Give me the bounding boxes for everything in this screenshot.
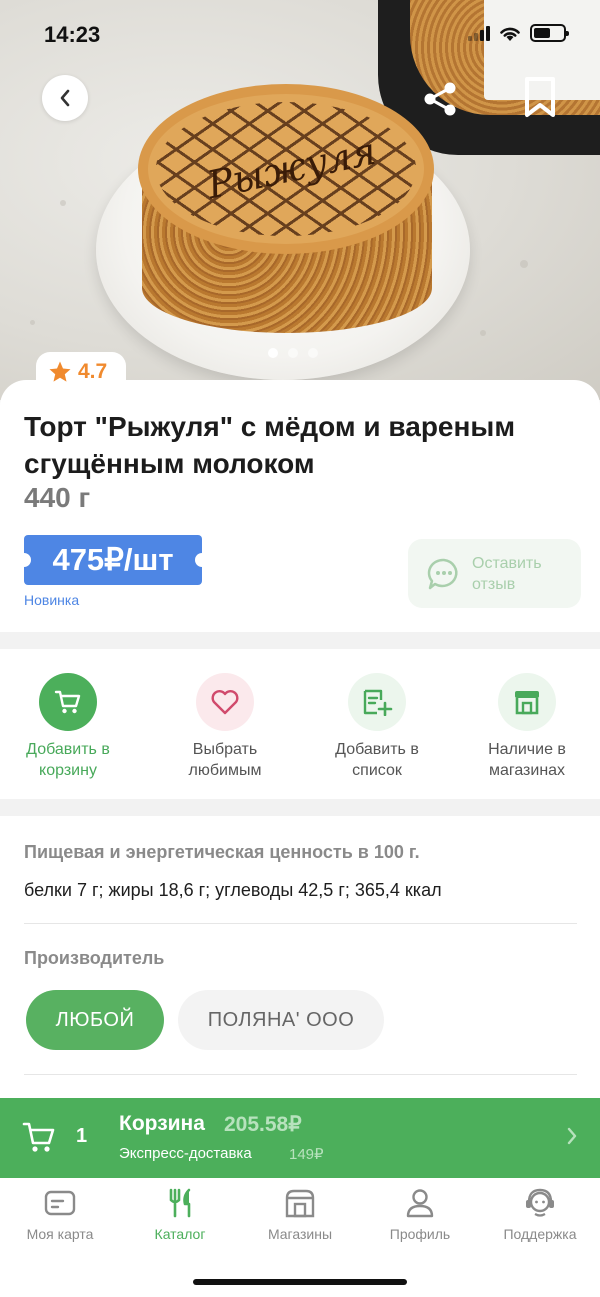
product-title: Торт "Рыжуля" с мёдом и вареным сгущённы… [24,411,516,479]
manufacturer-chip-polyana[interactable]: ПОЛЯНА' ООО [178,990,384,1050]
tab-catalog[interactable]: Каталог [120,1188,240,1242]
tab-support-label: Поддержка [503,1226,577,1242]
leave-review-button[interactable]: Оставить отзыв [408,539,581,608]
cart-count: 1 [76,1125,88,1147]
price-tag: 475₽/шт [17,535,209,585]
tab-profile-label: Профиль [389,1226,451,1242]
price-value: 475₽/шт [52,542,174,577]
favorite-button[interactable]: Выбрать любимым [150,673,300,781]
gallery-dot [288,348,298,358]
add-to-cart-button[interactable]: Добавить в корзину [0,673,143,781]
divider [24,1074,577,1075]
cart-title: Корзина [119,1112,205,1135]
chevron-right-icon [567,1127,577,1145]
signal-icon [468,25,490,41]
product-details: Пищевая и энергетическая ценность в 100 … [0,816,600,1116]
manufacturer-chip-any[interactable]: ЛЮБОЙ [26,990,164,1050]
tab-stores-label: Магазины [267,1226,333,1242]
card-icon [44,1190,76,1216]
cart-total: 205.58₽ [224,1113,302,1136]
action-row: Добавить в корзину Выбрать любимым Добав… [0,649,600,799]
delivery-price: 149₽ [289,1146,324,1163]
store-icon [285,1189,315,1218]
new-badge: Новинка [24,592,80,608]
bookmark-icon [525,77,555,117]
tab-catalog-label: Каталог [154,1226,206,1242]
nutrition-heading: Пищевая и энергетическая ценность в 100 … [24,842,420,862]
gallery-dot [308,348,318,358]
rating-badge[interactable]: 4.7 [36,352,126,392]
wifi-icon [500,27,520,41]
favorite-label: Выбрать любимым [188,741,262,779]
delivery-label: Экспресс-доставка [119,1145,252,1162]
store-availability-label: Наличие в магазинах [488,741,566,779]
support-icon [526,1188,554,1217]
back-button[interactable] [42,75,88,121]
cart-icon [39,673,97,731]
product-image[interactable]: Рыжуля [0,0,600,400]
leave-review-label: Оставить отзыв [472,554,542,593]
add-to-cart-label: Добавить в корзину [26,741,110,779]
status-icons [468,24,569,42]
chevron-left-icon [60,89,70,107]
profile-icon [406,1189,434,1218]
gallery-dots [268,348,318,358]
tab-my-card-label: Моя карта [26,1226,94,1242]
share-icon [424,82,456,116]
cart-bar[interactable]: 1 Корзина 205.58₽ Экспресс-доставка 149₽ [0,1098,600,1178]
add-to-list-label: Добавить в список [335,741,419,779]
cart-icon [22,1122,55,1152]
battery-icon [530,24,569,42]
tab-support[interactable]: Поддержка [480,1188,600,1242]
heart-icon [196,673,254,731]
tab-profile[interactable]: Профиль [360,1188,480,1242]
status-time: 14:23 [44,22,101,47]
product-weight: 440 г [24,482,91,513]
cake-top-image: Рыжуля [138,84,434,254]
chat-bubble-icon [427,558,458,589]
tab-my-card[interactable]: Моя карта [0,1188,120,1242]
star-icon [49,361,71,382]
rating-value: 4.7 [78,360,108,383]
tab-stores[interactable]: Магазины [240,1188,360,1242]
home-indicator[interactable] [193,1279,407,1285]
list-add-icon [348,673,406,731]
manufacturer-heading: Производитель [24,948,165,968]
store-availability-button[interactable]: Наличие в магазинах [452,673,600,781]
gallery-dot [268,348,278,358]
divider [24,923,577,924]
store-icon [498,673,556,731]
nutrition-values: белки 7 г; жиры 18,6 г; углеводы 42,5 г;… [24,880,442,900]
add-to-list-button[interactable]: Добавить в список [302,673,452,781]
bookmark-button[interactable] [522,76,558,123]
share-button[interactable] [420,80,460,123]
fork-knife-icon [169,1188,191,1218]
